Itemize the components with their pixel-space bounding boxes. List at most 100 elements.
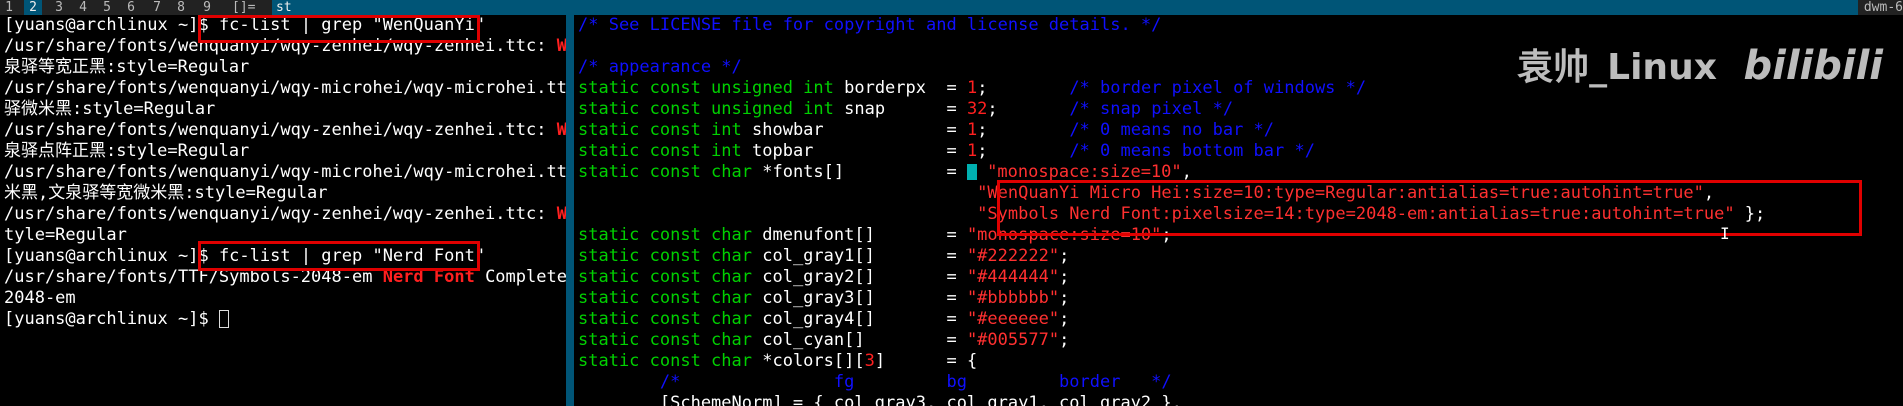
tag-5[interactable]: 5	[98, 0, 116, 15]
code-token: static const unsigned int	[578, 78, 845, 98]
code-line: /* See LICENSE file for copyright and li…	[578, 15, 1161, 36]
code-line: "Symbols Nerd Font:pixelsize=14:type=204…	[578, 204, 1765, 225]
code-line: static const char col_gray4[] = "#eeeeee…	[578, 309, 1069, 330]
terminal-line: [yuans@archlinux ~]$ fc-list | grep "Wen…	[4, 15, 485, 36]
terminal-line: 泉驿等宽正黑:style=Regular	[4, 57, 249, 78]
code-token: };	[1734, 204, 1766, 224]
code-token: ,	[1703, 183, 1715, 203]
code-token: dmenufont[] =	[762, 225, 967, 245]
code-token: static const int	[578, 120, 752, 140]
terminal-line: /usr/share/fonts/TTF/Symbols-2048-em Ner…	[4, 267, 566, 288]
tag-4[interactable]: 4	[74, 0, 92, 15]
tag-8[interactable]: 8	[172, 0, 190, 15]
terminal-text: Complete.	[485, 267, 566, 287]
terminal-text: fc-list | grep "WenQuanYi"	[218, 15, 486, 35]
code-line: [SchemeNorm] = { col_gray3, col_gray1, c…	[578, 393, 1182, 406]
code-token: static const char	[578, 162, 763, 182]
terminal-text: /usr/share/fonts/wenquanyi/wqy-zenhei/wq…	[4, 204, 557, 224]
code-token: ;	[1161, 225, 1172, 245]
terminal-line: 米黑,文泉驿等宽微米黑:style=Regular	[4, 183, 328, 204]
code-token: static const char	[578, 330, 763, 350]
code-token: topbar =	[752, 141, 967, 161]
code-token: static const char	[578, 225, 763, 245]
tag-3[interactable]: 3	[50, 0, 68, 15]
terminal-text: tyle=Regular	[4, 225, 127, 245]
terminal-text: 米黑,文泉驿等宽微米黑:style=Regular	[4, 183, 328, 203]
code-token: snap =	[844, 99, 967, 119]
tag-7[interactable]: 7	[148, 0, 166, 15]
terminal-text: [yuans@archlinux ~]$	[4, 309, 219, 329]
terminal-line: [yuans@archlinux ~]$	[4, 309, 229, 330]
terminal-text: Nerd Font	[382, 267, 475, 287]
code-token: "monospace:size=10"	[976, 162, 1182, 182]
terminal-text: We	[556, 204, 566, 224]
code-token: static const char	[578, 351, 763, 371]
code-token: ] = {	[874, 351, 978, 371]
code-line: static const char col_gray2[] = "#444444…	[578, 267, 1069, 288]
code-line: static const unsigned int snap = 32; /* …	[578, 99, 1233, 120]
terminal-text: /usr/share/fonts/wenquanyi/wqy-zenhei/wq…	[4, 36, 557, 56]
code-token: static const char	[578, 309, 763, 329]
code-line: static const char col_cyan[] = "#005577"…	[578, 330, 1069, 351]
left-terminal[interactable]: [yuans@archlinux ~]$ fc-list | grep "Wen…	[0, 15, 566, 406]
code-token: ;	[1059, 246, 1070, 266]
terminal-line: /usr/share/fonts/wenquanyi/wqy-zenhei/wq…	[4, 36, 566, 57]
code-token: "#eeeeee"	[966, 309, 1060, 329]
code-token: ;	[1059, 330, 1070, 350]
tag-2[interactable]: 2	[24, 0, 42, 15]
terminal-text: 2048-em	[4, 288, 76, 308]
code-line: static const char col_gray3[] = "#bbbbbb…	[578, 288, 1069, 309]
code-line: "WenQuanYi Micro Hei:size=10:type=Regula…	[578, 183, 1714, 204]
tag-1[interactable]: 1	[0, 0, 18, 15]
code-line: static const char *colors[][3] = {	[578, 351, 977, 372]
code-token: col_gray4[] =	[762, 309, 967, 329]
terminal-text: /usr/share/fonts/TTF/Symbols-2048-em	[4, 267, 383, 287]
code-token: "#005577"	[966, 330, 1060, 350]
terminal-text: /usr/share/fonts/wenquanyi/wqy-microhei/…	[4, 162, 566, 182]
tag-9[interactable]: 9	[198, 0, 216, 15]
code-line: static const char *fonts[] = "monospace:…	[578, 162, 1192, 183]
code-token: "Symbols Nerd Font:pixelsize=14:type=204…	[977, 204, 1735, 224]
terminal-line: 2048-em	[4, 288, 76, 309]
code-token: static const unsigned int	[578, 99, 845, 119]
terminal-line: tyle=Regular	[4, 225, 127, 246]
tag-6[interactable]: 6	[122, 0, 140, 15]
code-token: "#444444"	[966, 267, 1060, 287]
bilibili-logo: bilibili	[1743, 43, 1883, 89]
watermark-text: 袁帅_Linux	[1517, 47, 1717, 88]
code-token: ;	[987, 99, 1070, 119]
code-token: ;	[977, 120, 1070, 140]
code-line: /* appearance */	[578, 57, 742, 78]
code-line: static const char col_gray1[] = "#222222…	[578, 246, 1069, 267]
code-token: ;	[1059, 288, 1070, 308]
code-token: /* border pixel of windows */	[1069, 78, 1367, 98]
layout-symbol[interactable]: []=	[232, 0, 255, 15]
code-token: col_cyan[] =	[762, 330, 967, 350]
window-border	[566, 15, 574, 406]
code-token: /* appearance */	[578, 57, 742, 77]
terminal-line: 驿微米黑:style=Regular	[4, 99, 215, 120]
code-token: "WenQuanYi Micro Hei:size=10:type=Regula…	[977, 183, 1704, 203]
code-token: static const char	[578, 246, 763, 266]
code-line: static const int topbar = 1; /* 0 means …	[578, 141, 1315, 162]
code-token: 3	[864, 351, 875, 371]
code-token: ;	[1059, 309, 1070, 329]
code-token: 1	[966, 141, 978, 161]
terminal-text: /usr/share/fonts/wenquanyi/wqy-microhei/…	[4, 78, 566, 98]
code-token: static const char	[578, 288, 763, 308]
code-token: /* fg bg border */	[578, 372, 1172, 392]
terminal-text: 泉驿点阵正黑:style=Regular	[4, 141, 250, 161]
terminal-text: We	[556, 36, 566, 56]
code-token: 1	[966, 120, 978, 140]
code-line: static const unsigned int borderpx = 1; …	[578, 78, 1366, 99]
code-line: /* fg bg border */	[578, 372, 1172, 393]
code-token: borderpx =	[844, 78, 967, 98]
code-line: static const int showbar = 1; /* 0 means…	[578, 120, 1274, 141]
code-token: showbar =	[752, 120, 967, 140]
code-token: 1	[966, 78, 978, 98]
terminal-line: 泉驿点阵正黑:style=Regular	[4, 141, 249, 162]
code-token: [SchemeNorm] = { col_gray3, col_gray1, c…	[578, 393, 1182, 406]
terminal-text: [yuans@archlinux ~]$	[4, 246, 219, 266]
terminal-line: /usr/share/fonts/wenquanyi/wqy-zenhei/wq…	[4, 120, 566, 141]
